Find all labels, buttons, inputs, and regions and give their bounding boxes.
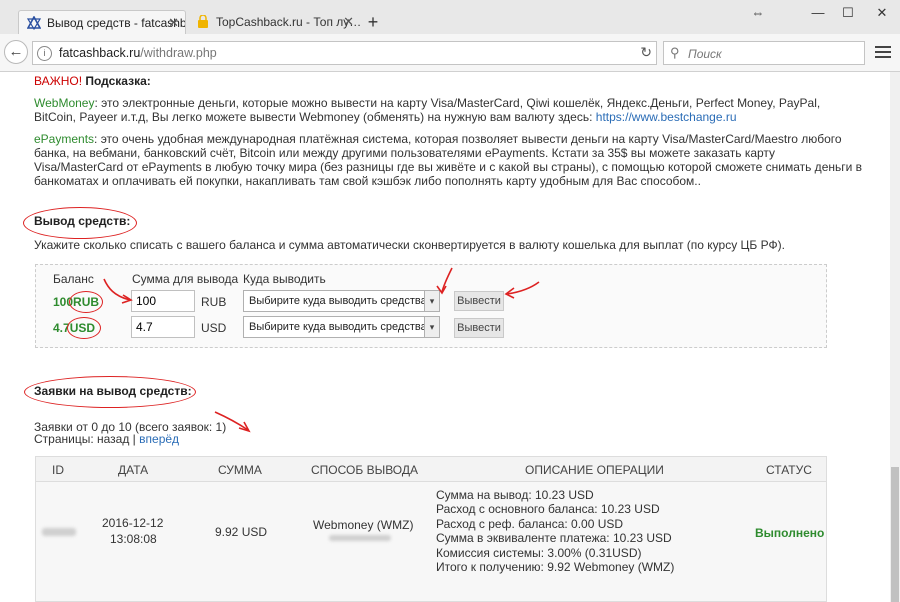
- site-info-icon[interactable]: i: [37, 46, 52, 61]
- tab-close-icon[interactable]: ✕: [168, 11, 179, 34]
- tab-topcashback[interactable]: TopCashback.ru - Топ лу… ✕: [188, 10, 360, 34]
- amount-column-label: Сумма для вывода: [132, 272, 239, 286]
- withdraw-button-usd[interactable]: Вывести: [454, 318, 504, 338]
- row-description-line: Сумма в эквиваленте платежа: 10.23 USD: [436, 531, 672, 545]
- row-description-line: Комиссия системы: 3.00% (0.31USD): [436, 546, 642, 560]
- row-description-line: Итого к получению: 9.92 Webmoney (WMZ): [436, 560, 675, 574]
- header-description: ОПИСАНИЕ ОПЕРАЦИИ: [525, 463, 664, 477]
- url-domain: fatcashback.ru: [59, 46, 141, 60]
- page-scrollbar[interactable]: [890, 72, 900, 602]
- annotation-ellipse: [69, 291, 103, 313]
- resize-icon[interactable]: ⇔: [748, 4, 768, 22]
- balance-column-label: Баланс: [53, 272, 94, 286]
- currency-rub: RUB: [201, 295, 227, 309]
- amount-input-rub[interactable]: [131, 290, 195, 312]
- browser-navbar: ← i fatcashback.ru/withdraw.php ↻ ⚲: [0, 34, 900, 72]
- important-label: ВАЖНО!: [34, 74, 83, 88]
- address-bar[interactable]: i fatcashback.ru/withdraw.php ↻: [32, 41, 657, 65]
- annotation-arrow: [504, 281, 540, 299]
- row-description-line: Расход с основного баланса: 10.23 USD: [436, 502, 660, 516]
- topcashback-favicon-icon: [198, 15, 208, 28]
- new-tab-button[interactable]: +: [362, 12, 384, 32]
- close-window-icon[interactable]: ✕: [872, 4, 892, 22]
- epayments-name: ePayments: [34, 132, 95, 146]
- withdraw-method-select-usd[interactable]: Выбирите куда выводить средства: ▾: [243, 316, 440, 338]
- header-id: ID: [52, 463, 64, 477]
- withdraw-description: Укажите сколько списать с вашего баланса…: [34, 238, 785, 252]
- row-description-line: Расход с реф. баланса: 0.00 USD: [436, 517, 624, 531]
- reload-icon[interactable]: ↻: [640, 44, 652, 61]
- search-bar[interactable]: ⚲: [663, 41, 865, 65]
- tab-title: TopCashback.ru - Топ лу…: [216, 15, 360, 29]
- header-date: ДАТА: [118, 463, 149, 477]
- annotation-arrow: [436, 267, 453, 295]
- row-description-line: Сумма на вывод: 10.23 USD: [436, 488, 594, 502]
- pagination-back[interactable]: Страницы: назад |: [34, 432, 139, 446]
- pagination: Страницы: назад | вперёд: [34, 432, 179, 446]
- row-method: Webmoney (WMZ): [313, 518, 414, 532]
- tab-withdraw[interactable]: Вывод средств - fatcashb… ✕: [18, 10, 186, 34]
- epayments-text: : это очень удобная международная платёж…: [34, 132, 863, 188]
- row-status: Выполнено: [755, 526, 825, 540]
- epayments-paragraph: ePayments: это очень удобная международн…: [34, 132, 864, 188]
- redacted-id: [42, 528, 76, 536]
- header-method: СПОСОБ ВЫВОДА: [311, 463, 419, 477]
- scrollbar-thumb[interactable]: [891, 467, 899, 602]
- pagination-next-link[interactable]: вперёд: [139, 432, 179, 446]
- hamburger-menu-icon[interactable]: [873, 43, 893, 63]
- webmoney-paragraph: WebMoney: это электронные деньги, которы…: [34, 96, 864, 124]
- header-sum: СУММА: [218, 463, 262, 477]
- redacted-wallet: [329, 535, 391, 541]
- row-time: 13:08:08: [110, 532, 157, 546]
- search-icon: ⚲: [670, 45, 680, 60]
- minimize-icon[interactable]: —: [808, 4, 828, 22]
- annotation-ellipse: [23, 207, 137, 239]
- page-content: ВАЖНО! Подсказка: WebMoney: это электрон…: [0, 72, 890, 602]
- annotation-ellipse: [67, 317, 101, 339]
- maximize-icon[interactable]: ☐: [838, 4, 858, 22]
- withdraw-button-rub[interactable]: Вывести: [454, 291, 504, 311]
- search-input[interactable]: [686, 44, 860, 64]
- hint-label: Подсказка:: [85, 74, 151, 88]
- url-text: fatcashback.ru/withdraw.php: [59, 46, 217, 60]
- amount-input-usd[interactable]: [131, 316, 195, 338]
- tab-close-icon[interactable]: ✕: [343, 10, 354, 34]
- fatcashback-favicon-icon: [27, 16, 41, 30]
- annotation-ellipse: [24, 376, 196, 408]
- withdraw-form: Баланс Сумма для вывода Куда выводить 10…: [35, 264, 827, 348]
- currency-usd: USD: [201, 321, 227, 335]
- url-path: /withdraw.php: [140, 46, 217, 60]
- header-status: СТАТУС: [766, 463, 812, 477]
- row-sum: 9.92 USD: [215, 525, 268, 539]
- table-row: 2016-12-12 13:08:08 9.92 USD Webmoney (W…: [35, 482, 827, 602]
- annotation-arrow: [103, 278, 133, 304]
- withdraw-method-select-rub[interactable]: Выбирите куда выводить средства: ▾: [243, 290, 440, 312]
- back-arrow-icon[interactable]: ←: [4, 40, 28, 64]
- bestchange-link[interactable]: https://www.bestchange.ru: [596, 110, 737, 124]
- hint-heading: ВАЖНО! Подсказка:: [34, 74, 151, 88]
- browser-titlebar: Вывод средств - fatcashb… ✕ TopCashback.…: [0, 0, 900, 34]
- row-date: 2016-12-12: [102, 516, 164, 530]
- webmoney-name: WebMoney: [34, 96, 95, 110]
- tab-title: Вывод средств - fatcashb…: [47, 16, 186, 30]
- chevron-down-icon: ▾: [424, 317, 439, 337]
- where-column-label: Куда выводить: [243, 272, 326, 286]
- table-header: ID ДАТА СУММА СПОСОБ ВЫВОДА ОПИСАНИЕ ОПЕ…: [35, 456, 827, 482]
